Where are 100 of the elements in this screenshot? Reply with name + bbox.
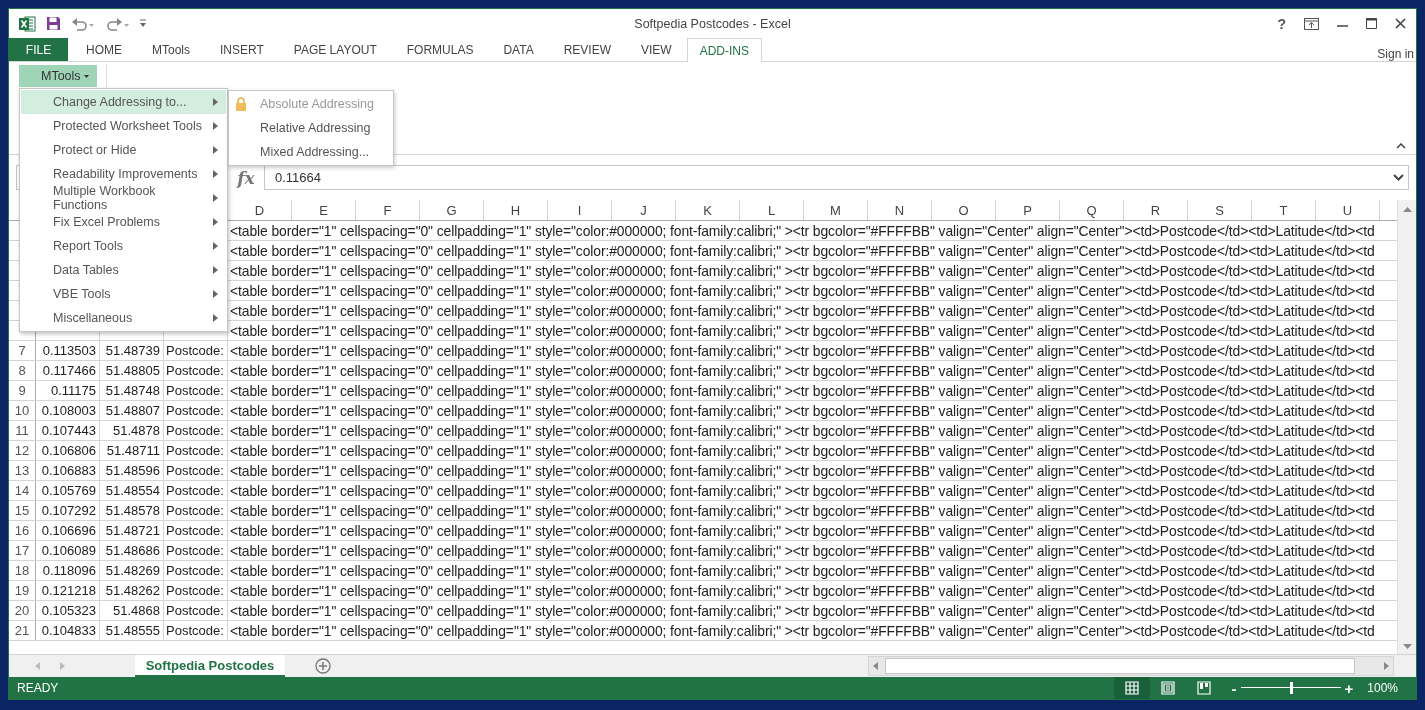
table-cell: <table border="1" cellspacing="0" cellpadding="1" style="color:#000000; font-family:calibri;" ><tr bgcolor="#FFFFBB" valign="Center" align="Center"><td>Postcode</td><td>Latitude</td><td <box>230 262 1375 279</box>
ribbon-tab[interactable]: DATA <box>488 38 549 61</box>
table-cell: Postcode: <box>166 543 224 558</box>
menu-item[interactable]: Fix Excel Problems <box>21 210 226 234</box>
row-header[interactable]: 15 <box>14 501 30 520</box>
table-cell: <table border="1" cellspacing="0" cellpadding="1" style="color:#000000; font-family:calibri;" ><tr bgcolor="#FFFFBB" valign="Center" align="Center"><td>Postcode</td><td>Latitude</td><td <box>230 222 1375 239</box>
row-header[interactable]: 17 <box>14 541 30 560</box>
column-header[interactable]: N <box>868 200 932 220</box>
collapse-ribbon-icon[interactable] <box>1396 142 1406 149</box>
row-header[interactable]: 10 <box>14 401 30 420</box>
table-cell: <table border="1" cellspacing="0" cellpadding="1" style="color:#000000; font-family:calibri;" ><tr bgcolor="#FFFFBB" valign="Center" align="Center"><td>Postcode</td><td>Latitude</td><td <box>230 322 1375 339</box>
column-header[interactable]: O <box>932 200 996 220</box>
table-cell: <table border="1" cellspacing="0" cellpadding="1" style="color:#000000; font-family:calibri;" ><tr bgcolor="#FFFFBB" valign="Center" align="Center"><td>Postcode</td><td>Latitude</td><td <box>230 462 1375 479</box>
redo-icon[interactable] <box>105 16 129 31</box>
row-header[interactable]: 14 <box>14 481 30 500</box>
ribbon-tab[interactable]: VIEW <box>626 38 687 61</box>
row-header[interactable]: 16 <box>14 521 30 540</box>
horizontal-scrollbar[interactable] <box>868 656 1394 676</box>
column-header[interactable]: Q <box>1060 200 1124 220</box>
ribbon-tab[interactable]: ADD-INS <box>686 38 762 62</box>
submenu-arrow-icon <box>213 218 218 226</box>
row-header[interactable]: 11 <box>15 421 29 440</box>
column-header[interactable]: K <box>676 200 740 220</box>
menu-item[interactable]: Multiple Workbook Functions <box>21 186 226 210</box>
column-header[interactable]: F <box>356 200 420 220</box>
scroll-down-icon[interactable] <box>1402 643 1412 649</box>
zoom-in-button[interactable]: + <box>1344 679 1354 697</box>
column-header[interactable]: M <box>804 200 868 220</box>
column-header[interactable]: T <box>1252 200 1316 220</box>
insert-function-label[interactable]: fx <box>228 165 264 190</box>
column-header[interactable]: E <box>292 200 356 220</box>
maximize-icon[interactable] <box>1366 18 1377 29</box>
sheet-tab[interactable]: Softpedia Postcodes <box>135 655 285 677</box>
zoom-slider-thumb[interactable] <box>1289 682 1293 694</box>
table-cell: 51.48686 <box>105 543 160 558</box>
submenu-arrow-icon <box>213 122 218 130</box>
table-cell: Postcode: <box>166 383 224 398</box>
row-header[interactable]: 21 <box>14 621 30 640</box>
menu-item[interactable]: Readability Improvements <box>21 162 226 186</box>
row-header[interactable]: 12 <box>14 441 30 460</box>
ribbon-tab[interactable]: MTools <box>137 38 205 61</box>
file-tab[interactable]: FILE <box>9 38 68 61</box>
table-cell: <table border="1" cellspacing="0" cellpadding="1" style="color:#000000; font-family:calibri;" ><tr bgcolor="#FFFFBB" valign="Center" align="Center"><td>Postcode</td><td>Latitude</td><td <box>230 342 1375 359</box>
ribbon-tab[interactable]: INSERT <box>205 38 279 61</box>
add-sheet-icon[interactable] <box>315 658 331 674</box>
scroll-up-icon[interactable] <box>1402 206 1412 212</box>
row-header[interactable]: 9 <box>18 381 26 400</box>
help-button[interactable]: ? <box>1277 15 1286 32</box>
ribbon-display-icon[interactable] <box>1304 17 1319 30</box>
submenu-arrow-icon <box>213 290 218 298</box>
column-header[interactable]: S <box>1188 200 1252 220</box>
table-cell: 0.104833 <box>41 623 96 638</box>
menu-item[interactable]: Mixed Addressing... <box>229 140 393 164</box>
column-header[interactable]: I <box>548 200 612 220</box>
table-cell: 0.118096 <box>42 563 96 578</box>
ribbon-tab[interactable]: FORMULAS <box>391 38 489 61</box>
ribbon-tab[interactable]: REVIEW <box>548 38 626 61</box>
menu-item[interactable]: Change Addressing to... <box>21 90 226 114</box>
table-cell: <table border="1" cellspacing="0" cellpadding="1" style="color:#000000; font-family:calibri;" ><tr bgcolor="#FFFFBB" valign="Center" align="Center"><td>Postcode</td><td>Latitude</td><td <box>230 622 1375 639</box>
menu-item[interactable]: Report Tools <box>21 234 226 258</box>
row-header[interactable]: 13 <box>14 461 30 480</box>
submenu-arrow-icon <box>213 194 218 202</box>
formula-field[interactable]: 0.11664 <box>264 165 1409 190</box>
table-cell: Postcode: <box>166 563 224 578</box>
menu-item[interactable]: Miscellaneous <box>21 306 226 330</box>
menu-item[interactable]: Data Tables <box>21 258 226 282</box>
menu-item[interactable]: Protect or Hide <box>21 138 226 162</box>
zoom-out-button[interactable]: - <box>1231 679 1237 697</box>
ribbon-tab[interactable]: PAGE LAYOUT <box>278 38 392 61</box>
row-header[interactable]: 19 <box>14 581 30 600</box>
view-button[interactable] <box>1113 677 1150 699</box>
column-header[interactable]: U <box>1316 200 1380 220</box>
mtools-button[interactable]: MTools <box>19 65 97 87</box>
column-header[interactable]: G <box>420 200 484 220</box>
undo-icon[interactable] <box>71 16 95 31</box>
column-header[interactable]: H <box>484 200 548 220</box>
close-icon[interactable] <box>1395 18 1406 29</box>
table-cell: 51.48578 <box>105 503 160 518</box>
sign-in-link[interactable]: Sign in <box>1377 46 1416 61</box>
table-cell: Postcode: <box>166 483 224 498</box>
row-header[interactable]: 18 <box>14 561 30 580</box>
row-header[interactable]: 20 <box>14 601 30 620</box>
excel-logo-icon[interactable] <box>19 15 36 32</box>
customize-icon[interactable] <box>139 19 147 28</box>
column-header[interactable]: R <box>1124 200 1188 220</box>
table-cell: Postcode: <box>166 343 224 358</box>
column-header[interactable]: P <box>996 200 1060 220</box>
save-icon[interactable] <box>46 16 61 31</box>
submenu-arrow-icon <box>213 314 218 322</box>
menu-item[interactable]: Relative Addressing <box>229 116 393 140</box>
menu-item[interactable]: VBE Tools <box>21 282 226 306</box>
column-header[interactable]: J <box>612 200 676 220</box>
ribbon-tab[interactable]: HOME <box>71 38 137 61</box>
row-header[interactable]: 7 <box>18 341 26 360</box>
menu-item[interactable]: Protected Worksheet Tools <box>21 114 226 138</box>
vertical-scrollbar[interactable] <box>1397 200 1416 655</box>
column-header[interactable]: L <box>740 200 804 220</box>
expand-icon[interactable] <box>1393 174 1404 181</box>
table-cell: 51.4868 <box>113 603 160 618</box>
row-header[interactable]: 8 <box>18 361 26 380</box>
